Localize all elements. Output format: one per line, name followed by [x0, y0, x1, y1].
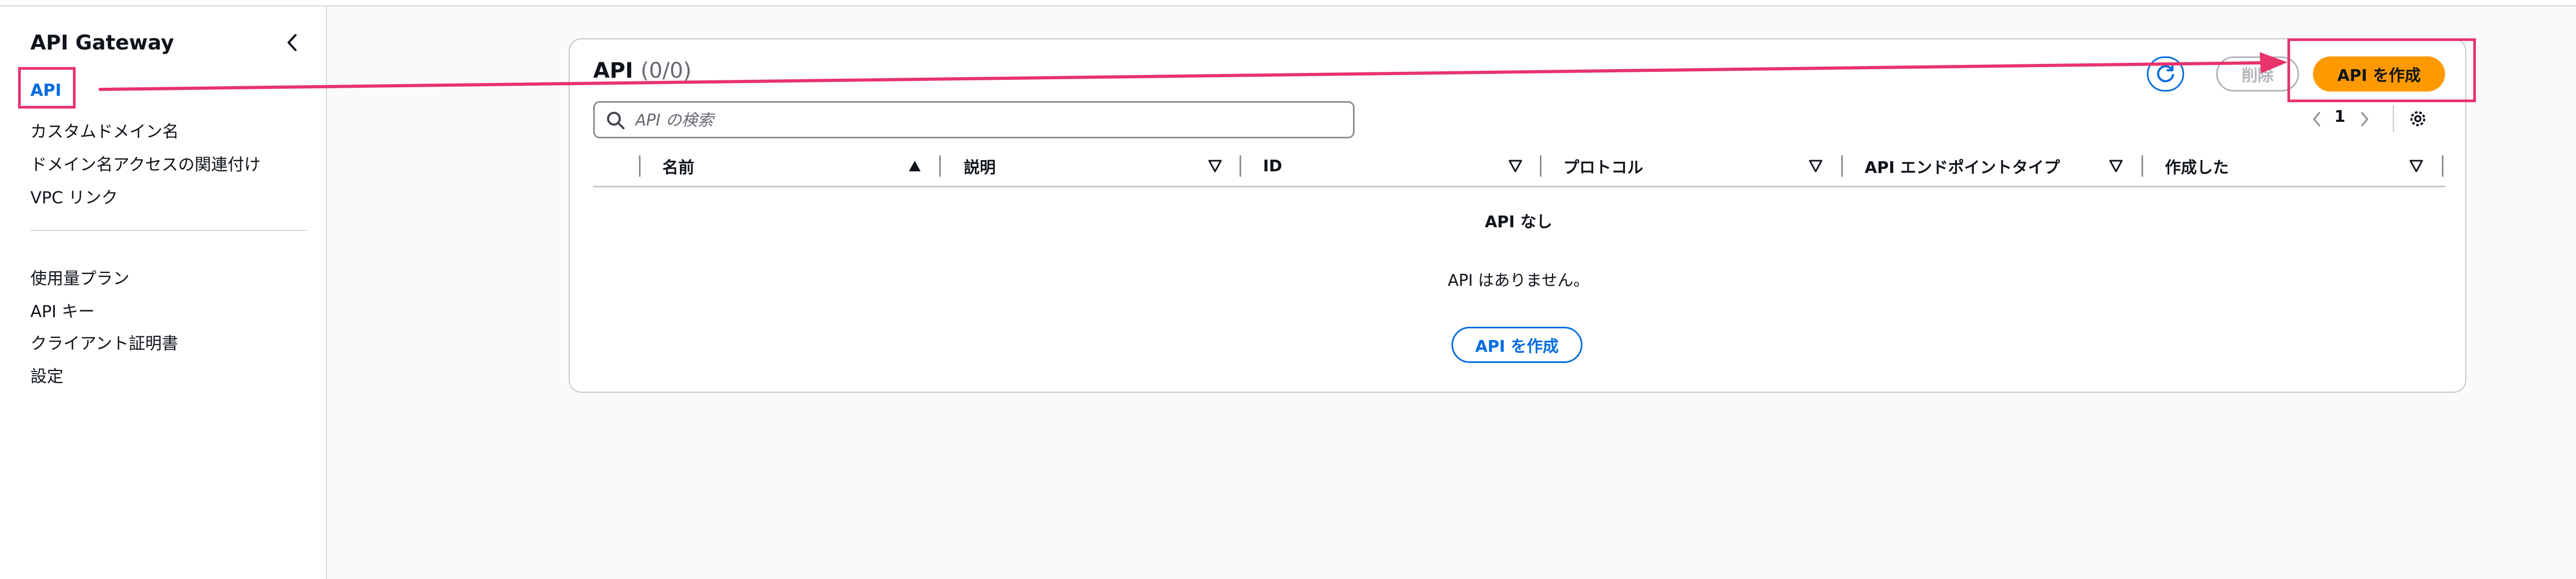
empty-state-title: API なし: [1484, 213, 1553, 231]
column-label: ID: [1263, 156, 1283, 176]
page-title-text: API: [593, 59, 634, 83]
sidebar-item-settings[interactable]: 設定: [30, 363, 63, 387]
api-list-container: API (0/0) 削除 API を作成 1 名前: [569, 38, 2466, 393]
column-header-created[interactable]: 作成した: [2165, 146, 2229, 186]
column-separator: [1841, 155, 1843, 177]
sidebar-item-api[interactable]: API: [30, 81, 61, 100]
sort-ascending-icon[interactable]: [907, 159, 922, 173]
sidebar-title: API Gateway: [30, 31, 174, 54]
page-number[interactable]: 1: [2334, 107, 2345, 126]
chevron-left-icon[interactable]: [281, 30, 302, 55]
column-label: 名前: [662, 159, 694, 177]
page-title: API (0/0): [593, 59, 692, 83]
sort-icon[interactable]: [1208, 159, 1223, 173]
gear-icon[interactable]: [2406, 106, 2430, 131]
column-header-name[interactable]: 名前: [662, 146, 694, 186]
sort-icon[interactable]: [2109, 159, 2123, 173]
column-separator: [639, 155, 641, 177]
top-bar: [0, 0, 2576, 6]
delete-button[interactable]: 削除: [2216, 56, 2299, 92]
sidebar-item-custom-domain-names[interactable]: カスタムドメイン名: [30, 118, 179, 142]
search-input[interactable]: [635, 107, 1343, 134]
sidebar-item-vpc-links[interactable]: VPC リンク: [30, 184, 118, 208]
column-header-endpoint-type[interactable]: API エンドポイントタイプ: [1865, 146, 2060, 186]
pager-divider: [2393, 105, 2394, 132]
sidebar-item-client-certificates[interactable]: クライアント証明書: [30, 330, 178, 354]
column-label: 説明: [964, 159, 996, 177]
create-api-button[interactable]: API を作成: [2313, 56, 2445, 92]
column-label: プロトコル: [1563, 159, 1643, 177]
column-separator: [939, 155, 941, 177]
chevron-right-icon[interactable]: [2357, 109, 2373, 130]
sidebar-item-api-keys[interactable]: API キー: [30, 298, 95, 322]
column-header-id[interactable]: ID: [1263, 146, 1282, 186]
column-label: API エンドポイントタイプ: [1865, 159, 2060, 177]
sort-icon[interactable]: [1508, 159, 1523, 173]
table-header: 名前 説明 ID プロトコル API エンドポイントタイプ 作成した: [593, 146, 2445, 187]
empty-state-create-api-button[interactable]: API を作成: [1451, 327, 1582, 363]
column-separator: [2142, 155, 2143, 177]
column-header-description[interactable]: 説明: [964, 146, 996, 186]
sort-icon[interactable]: [2409, 159, 2424, 173]
sidebar-divider: [30, 230, 307, 231]
sidebar-item-usage-plans[interactable]: 使用量プラン: [30, 265, 129, 289]
chevron-left-icon[interactable]: [2309, 109, 2325, 130]
refresh-icon: [2157, 64, 2174, 82]
column-separator: [2442, 155, 2443, 177]
search-icon: [607, 112, 625, 129]
search-box: [593, 101, 1355, 138]
column-label: 作成した: [2165, 159, 2229, 177]
empty-state-message: API はありません。: [1447, 271, 1590, 290]
column-header-protocol[interactable]: プロトコル: [1563, 146, 1643, 186]
sidebar-item-domain-name-access-associations[interactable]: ドメイン名アクセスの関連付け: [30, 151, 260, 175]
column-separator: [1240, 155, 1241, 177]
sidebar: API Gateway API カスタムドメイン名 ドメイン名アクセスの関連付け…: [0, 6, 327, 579]
column-separator: [1540, 155, 1541, 177]
api-count: (0/0): [641, 59, 692, 83]
refresh-button[interactable]: [2147, 56, 2184, 92]
sort-icon[interactable]: [1808, 159, 1823, 173]
